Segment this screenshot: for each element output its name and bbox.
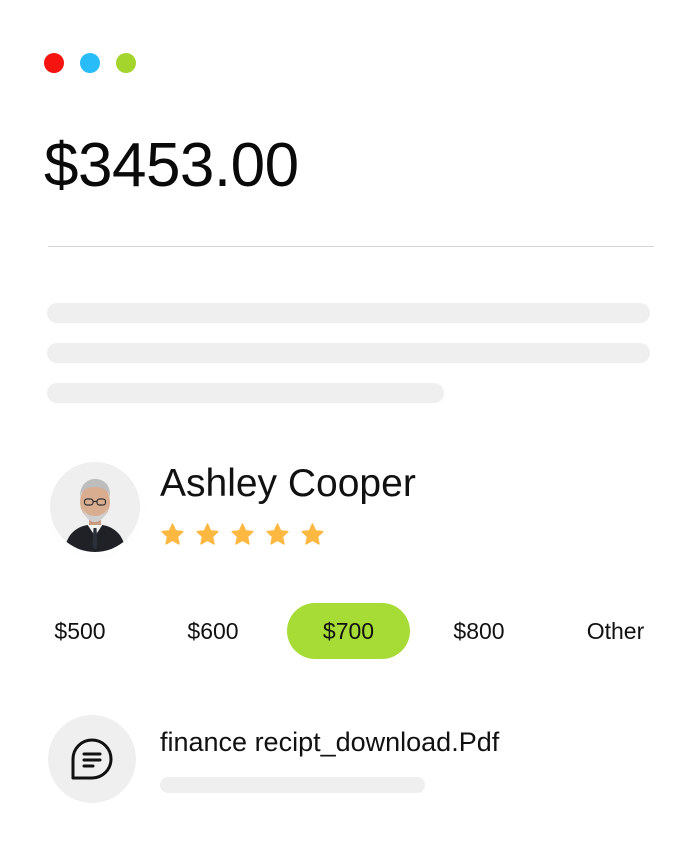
amount-option-800[interactable]: $800: [434, 603, 524, 659]
total-amount: $3453.00: [44, 131, 299, 200]
placeholder-line-1: [47, 303, 650, 323]
file-placeholder-line: [160, 777, 425, 793]
payment-card: $3453.00 Ashley Cooper $500 $600 $700 $8…: [0, 0, 692, 845]
star-icon: [231, 523, 254, 545]
amount-option-other[interactable]: Other: [568, 603, 663, 659]
divider: [48, 246, 654, 247]
maximize-dot[interactable]: [116, 53, 136, 73]
star-icon: [266, 523, 289, 545]
amount-option-600[interactable]: $600: [168, 603, 258, 659]
window-controls: [44, 53, 136, 73]
star-icon: [196, 523, 219, 545]
star-icon: [161, 523, 184, 545]
rating-stars: [160, 522, 325, 547]
avatar-portrait-image: [50, 462, 140, 552]
close-dot[interactable]: [44, 53, 64, 73]
file-name-link[interactable]: finance recipt_download.Pdf: [160, 727, 499, 758]
placeholder-line-3: [47, 383, 444, 403]
amount-option-700[interactable]: $700: [287, 603, 410, 659]
amount-option-500[interactable]: $500: [35, 603, 125, 659]
avatar: [50, 462, 140, 552]
minimize-dot[interactable]: [80, 53, 100, 73]
document-lines-icon: [71, 738, 113, 780]
star-icon: [301, 523, 324, 545]
placeholder-line-2: [47, 343, 650, 363]
user-name: Ashley Cooper: [160, 462, 416, 505]
file-icon-button[interactable]: [48, 715, 136, 803]
